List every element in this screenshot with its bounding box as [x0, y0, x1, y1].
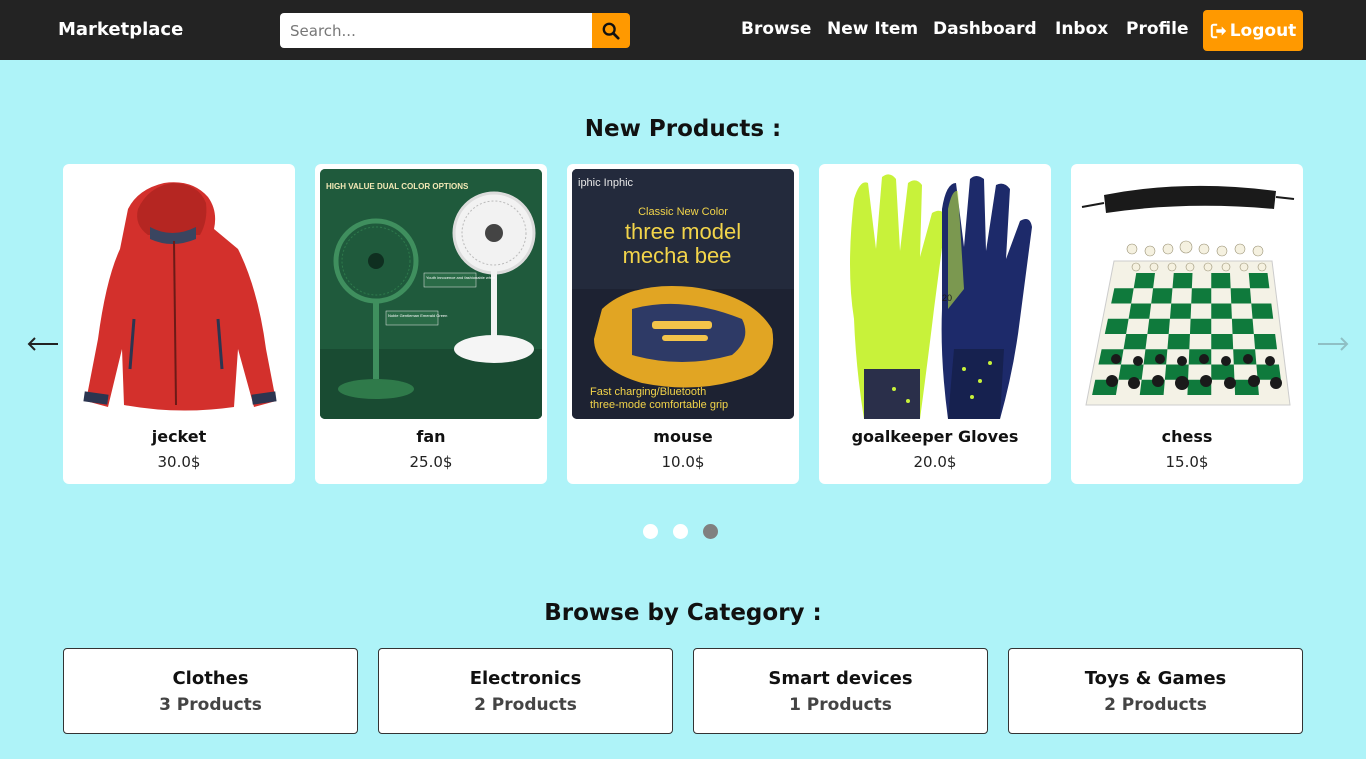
search-icon: [602, 22, 620, 40]
chess-board-square: [1123, 334, 1148, 350]
chess-board-square: [1189, 318, 1212, 334]
chess-board-square: [1191, 288, 1212, 304]
browse-category-title: Browse by Category :: [544, 600, 822, 626]
chess-board-square: [1231, 318, 1254, 334]
chess-board-square: [1104, 318, 1129, 334]
product-card[interactable]: iphic Inphic Classic New Color three mod…: [567, 164, 799, 484]
search-button[interactable]: [592, 13, 630, 48]
product-card[interactable]: jecket 30.0$: [63, 164, 295, 484]
category-card-clothes[interactable]: Clothes 3 Products: [63, 648, 358, 734]
category-name: Clothes: [172, 668, 249, 689]
chess-board-square: [1211, 273, 1231, 289]
category-name: Toys & Games: [1084, 668, 1227, 689]
arrow-right-icon: [1318, 337, 1349, 351]
nav-browse[interactable]: Browse: [741, 19, 811, 39]
category-name: Smart devices: [768, 668, 913, 689]
chess-board-square: [1167, 334, 1190, 350]
gloves-image: 20: [824, 169, 1046, 419]
product-price: 20.0$: [913, 453, 957, 471]
mouse-image: iphic Inphic Classic New Color three mod…: [572, 169, 794, 419]
mouse-image-line3: mecha bee: [623, 243, 732, 268]
product-name: jecket: [151, 427, 207, 446]
chess-board-square: [1151, 288, 1173, 304]
product-price: 30.0$: [157, 453, 201, 471]
nav-new-item[interactable]: New Item: [827, 19, 918, 39]
chess-board-square: [1211, 303, 1232, 319]
navbar: Marketplace Browse New Item Dashboard In…: [0, 0, 1366, 60]
chess-image: [1076, 169, 1298, 419]
category-card-smart-devices[interactable]: Smart devices 1 Products: [693, 648, 988, 734]
brand-logo[interactable]: Marketplace: [58, 19, 183, 40]
chess-board-square: [1169, 303, 1192, 319]
mouse-image-footer2: three-mode comfortable grip: [590, 399, 728, 411]
product-card[interactable]: chess 15.0$: [1071, 164, 1303, 484]
jacket-image: [68, 169, 290, 419]
nav-inbox[interactable]: Inbox: [1055, 19, 1108, 39]
chess-board-square: [1172, 273, 1193, 289]
chess-board-square: [1111, 288, 1134, 304]
product-name: fan: [416, 427, 446, 446]
chess-board-square: [1147, 318, 1170, 334]
fan-image-label-white: Youth innocence and fashionable white: [426, 275, 496, 280]
chess-board-square: [1253, 334, 1278, 350]
chess-board-square: [1133, 273, 1155, 289]
product-name: mouse: [653, 427, 713, 446]
carousel-dot-3[interactable]: [703, 524, 718, 539]
chess-board-square: [1251, 303, 1274, 319]
chess-board-square: [1248, 273, 1270, 289]
carousel-dot-1[interactable]: [643, 524, 658, 539]
mouse-image-line2: three model: [625, 219, 741, 244]
product-name: goalkeeper Gloves: [851, 427, 1019, 446]
chess-board-square: [1118, 364, 1144, 380]
fan-image: HIGH VALUE DUAL COLOR OPTIONS Youth inno…: [320, 169, 542, 419]
category-count: 2 Products: [1104, 695, 1207, 715]
logout-label: Logout: [1229, 20, 1297, 41]
arrow-left-icon: [27, 337, 58, 351]
mouse-image-brand: iphic Inphic: [578, 177, 634, 189]
search-bar: [280, 13, 630, 48]
mouse-image-line1: Classic New Color: [638, 206, 728, 218]
category-count: 1 Products: [789, 695, 892, 715]
product-card[interactable]: HIGH VALUE DUAL COLOR OPTIONS Youth inno…: [315, 164, 547, 484]
category-count: 3 Products: [159, 695, 262, 715]
mouse-image-footer1: Fast charging/Bluetooth: [590, 386, 706, 398]
carousel-next-button[interactable]: [1315, 326, 1351, 362]
logout-icon: [1210, 23, 1226, 38]
product-price: 25.0$: [409, 453, 453, 471]
nav-profile[interactable]: Profile: [1126, 19, 1188, 39]
carousel-dot-2[interactable]: [673, 524, 688, 539]
product-price: 15.0$: [1165, 453, 1209, 471]
category-card-toys-games[interactable]: Toys & Games 2 Products: [1008, 648, 1303, 734]
fan-image-headline: HIGH VALUE DUAL COLOR OPTIONS: [326, 182, 469, 191]
chess-board-square: [1230, 288, 1252, 304]
new-products-title: New Products :: [584, 116, 782, 142]
category-name: Electronics: [469, 668, 582, 689]
product-name: chess: [1161, 427, 1213, 446]
chess-board-square: [1211, 334, 1234, 350]
product-price: 10.0$: [661, 453, 705, 471]
nav-dashboard[interactable]: Dashboard: [933, 19, 1037, 39]
gloves-image-number: 20: [942, 293, 952, 303]
carousel-prev-button[interactable]: [25, 326, 61, 362]
logout-button[interactable]: Logout: [1203, 10, 1303, 51]
chess-board-square: [1128, 303, 1152, 319]
fan-image-label-green: Noble Gentleman Emerald Green: [388, 313, 447, 318]
search-input[interactable]: [280, 13, 593, 48]
category-card-electronics[interactable]: Electronics 2 Products: [378, 648, 673, 734]
product-card[interactable]: 20 goalkeeper Gloves 20.0$: [819, 164, 1051, 484]
category-count: 2 Products: [474, 695, 577, 715]
